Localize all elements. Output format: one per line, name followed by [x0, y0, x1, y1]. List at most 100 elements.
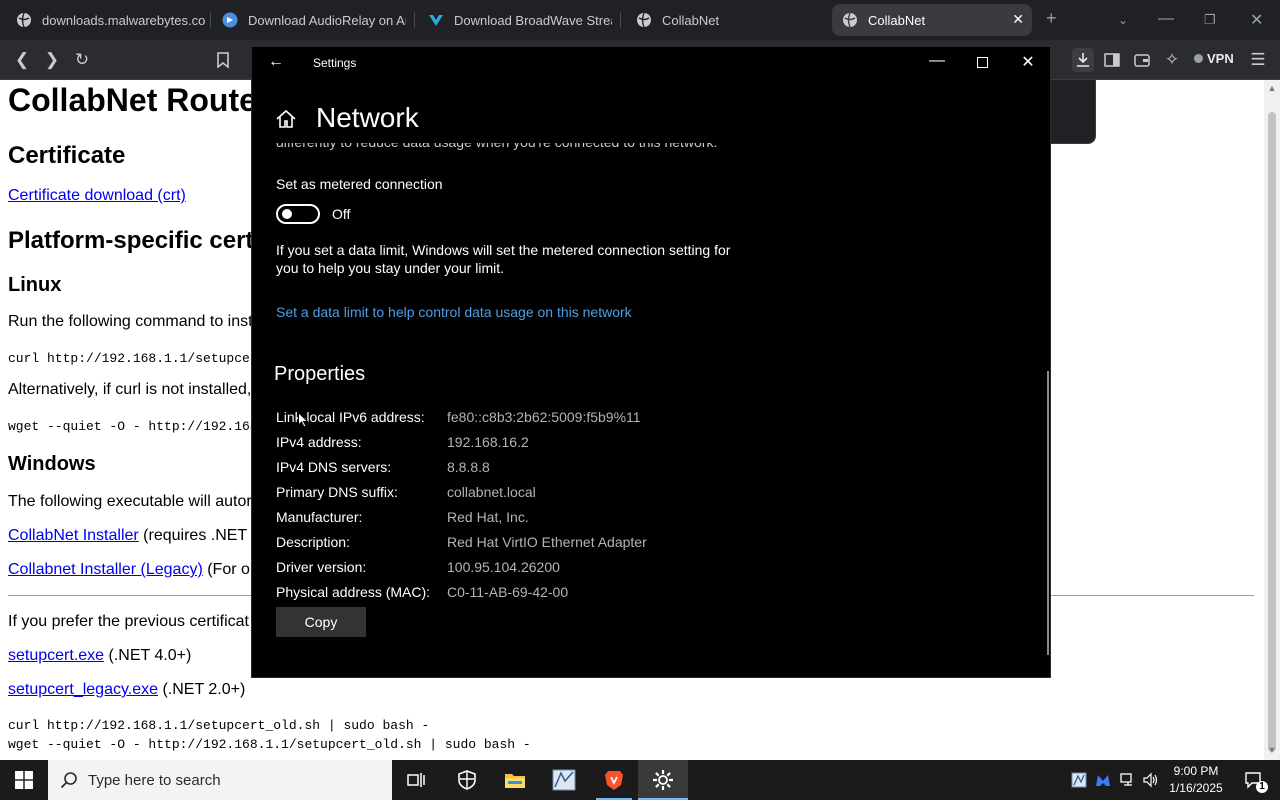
tab-label: Download AudioRelay on And	[248, 12, 406, 28]
tab-collabnet[interactable]: CollabNet	[636, 4, 816, 36]
new-tab-icon[interactable]: +	[1046, 8, 1057, 29]
search-placeholder: Type here to search	[88, 771, 221, 789]
minimize-icon[interactable]: —	[927, 52, 947, 70]
file-explorer-icon[interactable]	[498, 760, 532, 800]
setupcert-legacy-exe-link[interactable]: setupcert_legacy.exe	[8, 681, 158, 698]
task-view-icon[interactable]	[400, 760, 432, 800]
property-key: Physical address (MAC):	[276, 584, 431, 600]
leo-ai-icon[interactable]: ✧	[1162, 50, 1182, 70]
windows-logo-icon	[15, 771, 33, 789]
toggle-state-label: Off	[332, 206, 351, 222]
taskbar-clock[interactable]: 9:00 PM 1/16/2025	[1162, 763, 1230, 797]
collabnet-installer-legacy-link[interactable]: Collabnet Installer (Legacy)	[8, 561, 203, 578]
linux-wget-command: wget --quiet -O - http://192.168.1	[8, 419, 274, 434]
mouse-cursor-icon	[298, 412, 308, 428]
installer-line: CollabNet Installer (requires .NET	[8, 527, 247, 545]
tray-app-icon[interactable]	[1068, 760, 1090, 800]
close-window-icon[interactable]: ✕	[1250, 10, 1263, 30]
setupcert-legacy-note: (.NET 2.0+)	[158, 681, 246, 698]
brave-browser-icon[interactable]	[596, 760, 632, 800]
linux-alternative-text: Alternatively, if curl is not installed,	[8, 381, 252, 398]
old-curl-command: curl http://192.168.1.1/setupcert_old.sh…	[8, 718, 430, 733]
copy-button[interactable]: Copy	[276, 607, 366, 637]
toggle-knob	[282, 209, 292, 219]
metered-connection-label: Set as metered connection	[276, 176, 443, 192]
browser-tab-bar: downloads.malwarebytes.com Download Audi…	[0, 0, 1280, 40]
close-icon[interactable]: ✕	[1018, 52, 1038, 72]
home-icon[interactable]	[275, 108, 297, 130]
globe-icon	[637, 12, 651, 28]
globe-icon	[17, 12, 31, 28]
notification-center-button[interactable]: 1	[1234, 760, 1274, 800]
back-icon[interactable]: ❮	[12, 50, 32, 70]
clock-time: 9:00 PM	[1173, 764, 1219, 778]
property-value: collabnet.local	[447, 484, 536, 500]
windows-security-icon[interactable]	[450, 760, 484, 800]
tab-collabnet-active[interactable]: CollabNet ✕	[832, 4, 1032, 36]
settings-window: ← Settings — ✕ differently to reduce dat…	[251, 46, 1051, 678]
collabnet-installer-link[interactable]: CollabNet Installer	[8, 527, 139, 544]
pinned-app-icon[interactable]	[546, 760, 582, 800]
tab-broadwave[interactable]: Download BroadWave Stream	[428, 4, 612, 36]
windows-instructions: The following executable will autor	[8, 493, 252, 510]
scroll-down-icon[interactable]: ▼	[1266, 745, 1278, 757]
set-data-limit-link[interactable]: Set a data limit to help control data us…	[276, 304, 632, 320]
volume-icon[interactable]	[1140, 760, 1162, 800]
notification-count-badge: 1	[1256, 781, 1268, 793]
close-tab-icon[interactable]: ✕	[1012, 11, 1024, 28]
globe-icon	[843, 12, 857, 28]
linux-heading: Linux	[8, 274, 62, 296]
page-title: CollabNet Route	[8, 82, 257, 118]
setupcert-exe-link[interactable]: setupcert.exe	[8, 647, 104, 664]
vpn-button[interactable]: VPN	[1194, 51, 1234, 66]
minimize-icon[interactable]: —	[1158, 10, 1174, 28]
tab-search-chevron-icon[interactable]: ⌄	[1118, 13, 1128, 27]
property-key: IPv4 DNS servers:	[276, 459, 392, 475]
installer-legacy-line: Collabnet Installer (Legacy) (For o	[8, 561, 250, 579]
search-icon	[60, 772, 77, 789]
menu-icon[interactable]: ☰	[1248, 50, 1268, 70]
property-key: Driver version:	[276, 559, 367, 575]
tab-label: Download BroadWave Stream	[454, 12, 612, 28]
settings-scrollbar[interactable]	[1047, 371, 1049, 655]
malwarebytes-tray-icon[interactable]	[1092, 760, 1114, 800]
download-icon[interactable]	[1072, 48, 1094, 72]
setupcert-line: setupcert.exe (.NET 4.0+)	[8, 647, 191, 665]
previous-certificate-text: If you prefer the previous certificat	[8, 613, 249, 630]
properties-heading: Properties	[274, 363, 366, 385]
forward-icon[interactable]: ❯	[42, 50, 62, 70]
old-wget-command: wget --quiet -O - http://192.168.1.1/set…	[8, 737, 531, 752]
settings-titlebar: ← Settings — ✕	[252, 47, 1052, 79]
reload-icon[interactable]: ↻	[72, 50, 92, 70]
tab-audiorelay[interactable]: Download AudioRelay on And	[222, 4, 406, 36]
settings-app-icon[interactable]	[638, 760, 688, 800]
start-button[interactable]	[0, 760, 48, 800]
linux-instructions: Run the following command to inst	[8, 313, 253, 330]
broadwave-icon	[429, 15, 443, 26]
maximize-icon[interactable]	[972, 52, 992, 73]
settings-window-title: Settings	[313, 56, 357, 70]
tab-malwarebytes[interactable]: downloads.malwarebytes.com	[16, 4, 206, 36]
property-value: Red Hat VirtIO Ethernet Adapter	[447, 534, 647, 550]
certificate-download-link[interactable]: Certificate download (crt)	[8, 187, 186, 205]
installer-note: (requires .NET	[138, 527, 248, 544]
property-value: C0-11-AB-69-42-00	[447, 584, 569, 600]
bookmark-icon[interactable]	[213, 50, 233, 70]
back-arrow-icon[interactable]: ←	[268, 53, 284, 71]
page-scrollbar-thumb[interactable]	[1268, 112, 1276, 752]
property-key: Manufacturer:	[276, 509, 363, 525]
setupcert-note: (.NET 4.0+)	[104, 647, 192, 664]
tab-label: CollabNet	[662, 12, 720, 28]
taskbar-search-box[interactable]: Type here to search	[48, 760, 392, 800]
restore-icon[interactable]: ❐	[1204, 12, 1216, 28]
network-icon[interactable]	[1116, 760, 1138, 800]
certificate-heading: Certificate	[8, 142, 126, 169]
wallet-icon[interactable]	[1132, 50, 1152, 70]
property-key: Description:	[276, 534, 350, 550]
scroll-up-icon[interactable]: ▲	[1266, 83, 1278, 95]
sidebar-icon[interactable]	[1102, 50, 1122, 70]
tab-label: downloads.malwarebytes.com	[42, 12, 206, 28]
linux-curl-command: curl http://192.168.1.1/setupcert.	[8, 351, 274, 366]
metered-connection-toggle[interactable]	[276, 204, 320, 224]
tab-label: CollabNet	[868, 12, 926, 28]
